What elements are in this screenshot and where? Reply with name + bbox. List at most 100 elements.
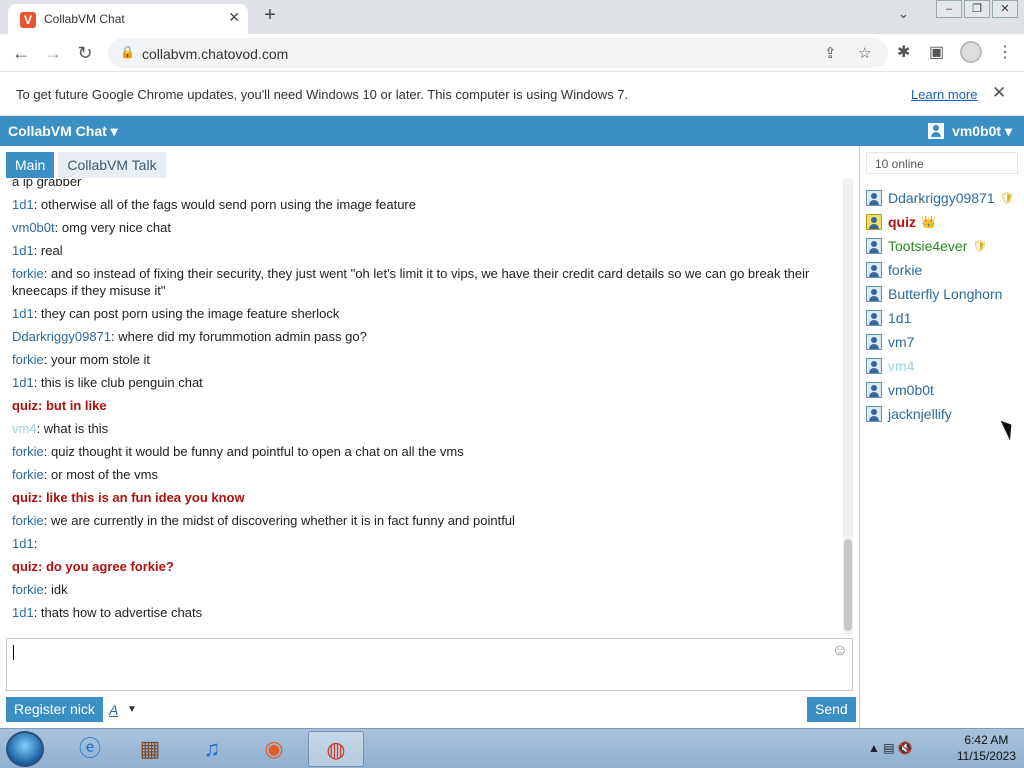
- clock[interactable]: 6:42 AM 11/15/2023: [957, 732, 1016, 764]
- message-text: : this is like club penguin chat: [33, 375, 203, 390]
- user-name[interactable]: vm4: [888, 358, 914, 374]
- user-name[interactable]: Butterfly Longhorn: [888, 286, 1002, 302]
- user-list-item[interactable]: jacknjellify: [866, 402, 1021, 426]
- message-text: : and so instead of fixing their securit…: [12, 266, 810, 298]
- message-scrollbar[interactable]: [843, 179, 853, 634]
- message-input[interactable]: ☺: [6, 638, 853, 691]
- chrome-menu-icon[interactable]: ⋮: [997, 42, 1013, 62]
- register-nick-button[interactable]: Register nick: [6, 697, 103, 722]
- scrollbar-thumb[interactable]: [844, 539, 852, 631]
- clock-time: 6:42 AM: [964, 733, 1009, 747]
- user-list-item[interactable]: forkie: [866, 258, 1021, 282]
- chat-message: 1d1: thats how to advertise chats: [6, 601, 842, 624]
- bookmark-star-icon[interactable]: ☆: [858, 44, 871, 62]
- message-text: : do you agree forkie?: [38, 559, 174, 574]
- user-avatar-icon: [866, 334, 882, 350]
- user-name[interactable]: 1d1: [888, 310, 911, 326]
- font-dropdown-caret-icon[interactable]: ▼: [127, 704, 137, 715]
- user-name[interactable]: vm7: [888, 334, 914, 350]
- tab-close-icon[interactable]: ✕: [228, 9, 240, 26]
- chat-message: 1d1: otherwise all of the fags would sen…: [6, 193, 842, 216]
- message-nick[interactable]: 1d1: [12, 536, 34, 551]
- message-nick[interactable]: quiz: [12, 490, 38, 505]
- user-list-item[interactable]: vm7: [866, 330, 1021, 354]
- close-window-icon[interactable]: ✕: [992, 0, 1018, 18]
- user-list-item[interactable]: Ddarkriggy09871 🛡: [866, 186, 1021, 210]
- user-list-item[interactable]: vm0b0t: [866, 378, 1021, 402]
- user-avatar-icon: [866, 406, 882, 422]
- media-player-icon[interactable]: ▦: [122, 731, 178, 767]
- message-nick[interactable]: vm0b0t: [12, 220, 55, 235]
- chat-message: forkie: and so instead of fixing their s…: [6, 262, 842, 302]
- chat-message: a ip grabber: [6, 179, 842, 193]
- chat-message: 1d1: this is like club penguin chat: [6, 371, 842, 394]
- tab-search-chevron-icon[interactable]: ⌄: [898, 6, 909, 22]
- font-style-button[interactable]: A: [109, 702, 118, 718]
- emoji-smiley-icon[interactable]: ☺: [832, 642, 848, 660]
- message-nick[interactable]: forkie: [12, 352, 44, 367]
- share-icon[interactable]: ⇪: [824, 44, 837, 62]
- side-panel-icon[interactable]: ▣: [929, 42, 944, 62]
- infobar-close-icon[interactable]: ✕: [992, 83, 1006, 103]
- message-nick[interactable]: Ddarkriggy09871: [12, 329, 111, 344]
- back-arrow-icon[interactable]: ←: [10, 42, 32, 64]
- tab-main[interactable]: Main: [6, 152, 55, 178]
- address-bar[interactable]: 🔒 collabvm.chatovod.com ⇪ ☆: [108, 38, 888, 68]
- url-text[interactable]: collabvm.chatovod.com: [142, 46, 288, 62]
- user-list-item[interactable]: quiz 👑: [866, 210, 1021, 234]
- message-nick[interactable]: quiz: [12, 559, 38, 574]
- user-name[interactable]: Ddarkriggy09871: [888, 190, 995, 206]
- profile-avatar-icon[interactable]: [960, 41, 982, 63]
- message-nick[interactable]: quiz: [12, 398, 38, 413]
- message-text: : real: [33, 243, 63, 258]
- message-nick[interactable]: forkie: [12, 582, 44, 597]
- message-nick[interactable]: 1d1: [12, 197, 34, 212]
- message-nick[interactable]: 1d1: [12, 243, 34, 258]
- reload-icon[interactable]: ↻: [74, 42, 96, 64]
- user-avatar-icon: [866, 358, 882, 374]
- internet-explorer-icon[interactable]: ⓔ: [62, 731, 118, 767]
- user-list-item[interactable]: Tootsie4ever 🛡: [866, 234, 1021, 258]
- user-name[interactable]: Tootsie4ever: [888, 238, 967, 254]
- music-app-icon[interactable]: ♫: [184, 731, 240, 767]
- message-nick[interactable]: 1d1: [12, 605, 34, 620]
- message-list[interactable]: a ip grabber 1d1: otherwise all of the fa…: [6, 179, 842, 634]
- message-nick[interactable]: vm4: [12, 421, 37, 436]
- message-nick[interactable]: forkie: [12, 444, 44, 459]
- system-tray-icons[interactable]: ▲ ▤ 🔇: [868, 741, 913, 755]
- message-nick[interactable]: forkie: [12, 266, 44, 281]
- send-button[interactable]: Send: [807, 697, 856, 722]
- user-avatar-icon: [866, 382, 882, 398]
- message-nick[interactable]: 1d1: [12, 375, 34, 390]
- message-list-content: a ip grabber 1d1: otherwise all of the fa…: [6, 179, 842, 624]
- message-nick[interactable]: forkie: [12, 467, 44, 482]
- chat-pane: Main CollabVM Talk a ip grabber 1d1: othe…: [0, 146, 859, 728]
- message-text: : they can post porn using the image fea…: [33, 306, 340, 321]
- lock-icon[interactable]: 🔒: [120, 45, 135, 59]
- user-name[interactable]: vm0b0t: [888, 382, 934, 398]
- forward-arrow-icon[interactable]: →: [42, 42, 64, 64]
- user-name[interactable]: quiz: [888, 214, 916, 230]
- extensions-puzzle-icon[interactable]: ✱: [897, 42, 910, 62]
- user-list-item[interactable]: 1d1: [866, 306, 1021, 330]
- browser-tab[interactable]: V CollabVM Chat ✕: [8, 4, 248, 34]
- message-nick[interactable]: forkie: [12, 513, 44, 528]
- chat-message: 1d1: they can post porn using the image …: [6, 302, 842, 325]
- current-user-name[interactable]: vm0b0t ▾: [952, 123, 1012, 139]
- message-nick[interactable]: 1d1: [12, 306, 34, 321]
- start-button-icon[interactable]: [6, 731, 44, 767]
- chat-brand-menu[interactable]: CollabVM Chat ▾: [8, 123, 118, 140]
- windows-taskbar: ⓔ ▦ ♫ ◉ ◍ ▲ ▤ 🔇 6:42 AM 11/15/2023: [0, 728, 1024, 768]
- user-name[interactable]: jacknjellify: [888, 406, 952, 422]
- restore-icon[interactable]: ❐: [964, 0, 990, 18]
- learn-more-link[interactable]: Learn more: [911, 87, 977, 102]
- user-list-item[interactable]: Butterfly Longhorn: [866, 282, 1021, 306]
- user-menu[interactable]: vm0b0t ▾: [928, 123, 1012, 140]
- chrome-taskbar-icon[interactable]: ◍: [308, 731, 364, 767]
- minimize-icon[interactable]: –: [936, 0, 962, 18]
- new-tab-icon[interactable]: +: [258, 4, 282, 28]
- firefox-icon[interactable]: ◉: [246, 731, 302, 767]
- tab-collabvm-talk[interactable]: CollabVM Talk: [58, 152, 166, 178]
- user-name[interactable]: forkie: [888, 262, 922, 278]
- user-list-item[interactable]: vm4: [866, 354, 1021, 378]
